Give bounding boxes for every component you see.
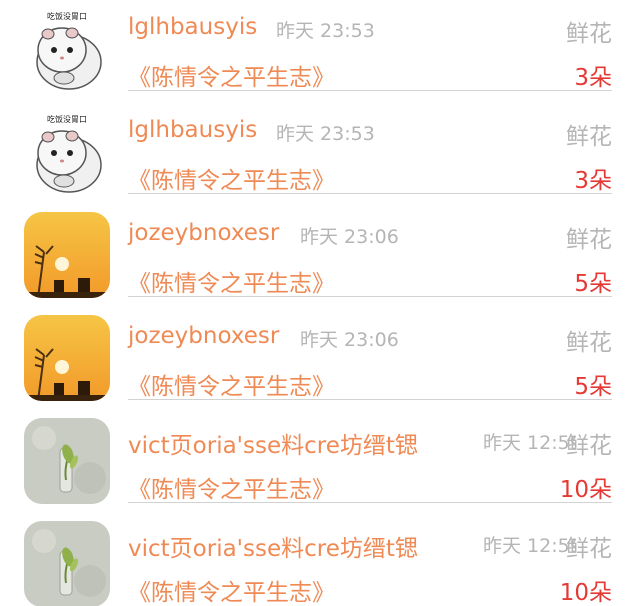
gift-count: 5朵 xyxy=(574,374,612,400)
timestamp: 昨天 23:53 xyxy=(276,20,375,42)
sender-name[interactable]: jozeybnoxesr xyxy=(128,220,279,246)
book-title[interactable]: 《陈情令之平生志》 xyxy=(128,367,335,401)
hamster-avatar[interactable]: 吃饭没胃口 xyxy=(24,6,110,92)
sender-name[interactable]: vict页oria'sse料cre坊缙t锶 xyxy=(128,426,418,460)
gift-type: 鲜花 xyxy=(566,227,612,253)
sunset-avatar[interactable] xyxy=(24,212,110,298)
book-title[interactable]: 《陈情令之平生志》 xyxy=(128,573,335,606)
sprout-avatar[interactable] xyxy=(24,418,110,504)
book-title[interactable]: 《陈情令之平生志》 xyxy=(128,161,335,195)
avatar-caption: 吃饭没胃口 xyxy=(47,11,87,21)
book-title[interactable]: 《陈情令之平生志》 xyxy=(128,264,335,298)
timestamp: 昨天 12:59 xyxy=(483,535,575,557)
list-item[interactable]: vict页oria'sse料cre坊缙t锶 昨天 12:59 鲜花 《陈情令之平… xyxy=(0,412,640,515)
hamster-avatar[interactable]: 吃饭没胃口 xyxy=(24,109,110,195)
list-item[interactable]: 吃饭没胃口 lglhbausyis 昨天 23:53 鲜花 《陈情令之平生志》 … xyxy=(0,103,640,206)
divider xyxy=(128,296,612,297)
gift-type: 鲜花 xyxy=(566,124,612,150)
gift-count: 3朵 xyxy=(574,168,612,194)
list-item[interactable]: 吃饭没胃口 lglhbausyis 昨天 23:53 鲜花 《陈情令之平生志》 … xyxy=(0,0,640,103)
gift-type: 鲜花 xyxy=(566,433,612,459)
timestamp: 昨天 23:53 xyxy=(276,123,375,145)
divider xyxy=(128,193,612,194)
list-item[interactable]: vict页oria'sse料cre坊缙t锶 昨天 12:59 鲜花 《陈情令之平… xyxy=(0,515,640,606)
divider xyxy=(128,502,612,503)
gift-type: 鲜花 xyxy=(566,21,612,47)
sunset-avatar[interactable] xyxy=(24,315,110,401)
gift-count: 5朵 xyxy=(574,271,612,297)
gift-count: 10朵 xyxy=(559,477,612,503)
book-title[interactable]: 《陈情令之平生志》 xyxy=(128,470,335,504)
timestamp: 昨天 12:59 xyxy=(483,432,575,454)
gift-type: 鲜花 xyxy=(566,536,612,562)
sender-name[interactable]: lglhbausyis xyxy=(128,117,257,143)
timestamp: 昨天 23:06 xyxy=(300,329,399,351)
timestamp: 昨天 23:06 xyxy=(300,226,399,248)
sender-name[interactable]: vict页oria'sse料cre坊缙t锶 xyxy=(128,529,418,563)
avatar-caption: 吃饭没胃口 xyxy=(47,114,87,124)
sender-name[interactable]: lglhbausyis xyxy=(128,14,257,40)
gift-count: 10朵 xyxy=(559,580,612,606)
sender-name[interactable]: jozeybnoxesr xyxy=(128,323,279,349)
book-title[interactable]: 《陈情令之平生志》 xyxy=(128,58,335,92)
gift-count: 3朵 xyxy=(574,65,612,91)
divider xyxy=(128,399,612,400)
list-item[interactable]: jozeybnoxesr 昨天 23:06 鲜花 《陈情令之平生志》 5朵 xyxy=(0,206,640,309)
list-item[interactable]: jozeybnoxesr 昨天 23:06 鲜花 《陈情令之平生志》 5朵 xyxy=(0,309,640,412)
sprout-avatar[interactable] xyxy=(24,521,110,606)
divider xyxy=(128,90,612,91)
gift-type: 鲜花 xyxy=(566,330,612,356)
